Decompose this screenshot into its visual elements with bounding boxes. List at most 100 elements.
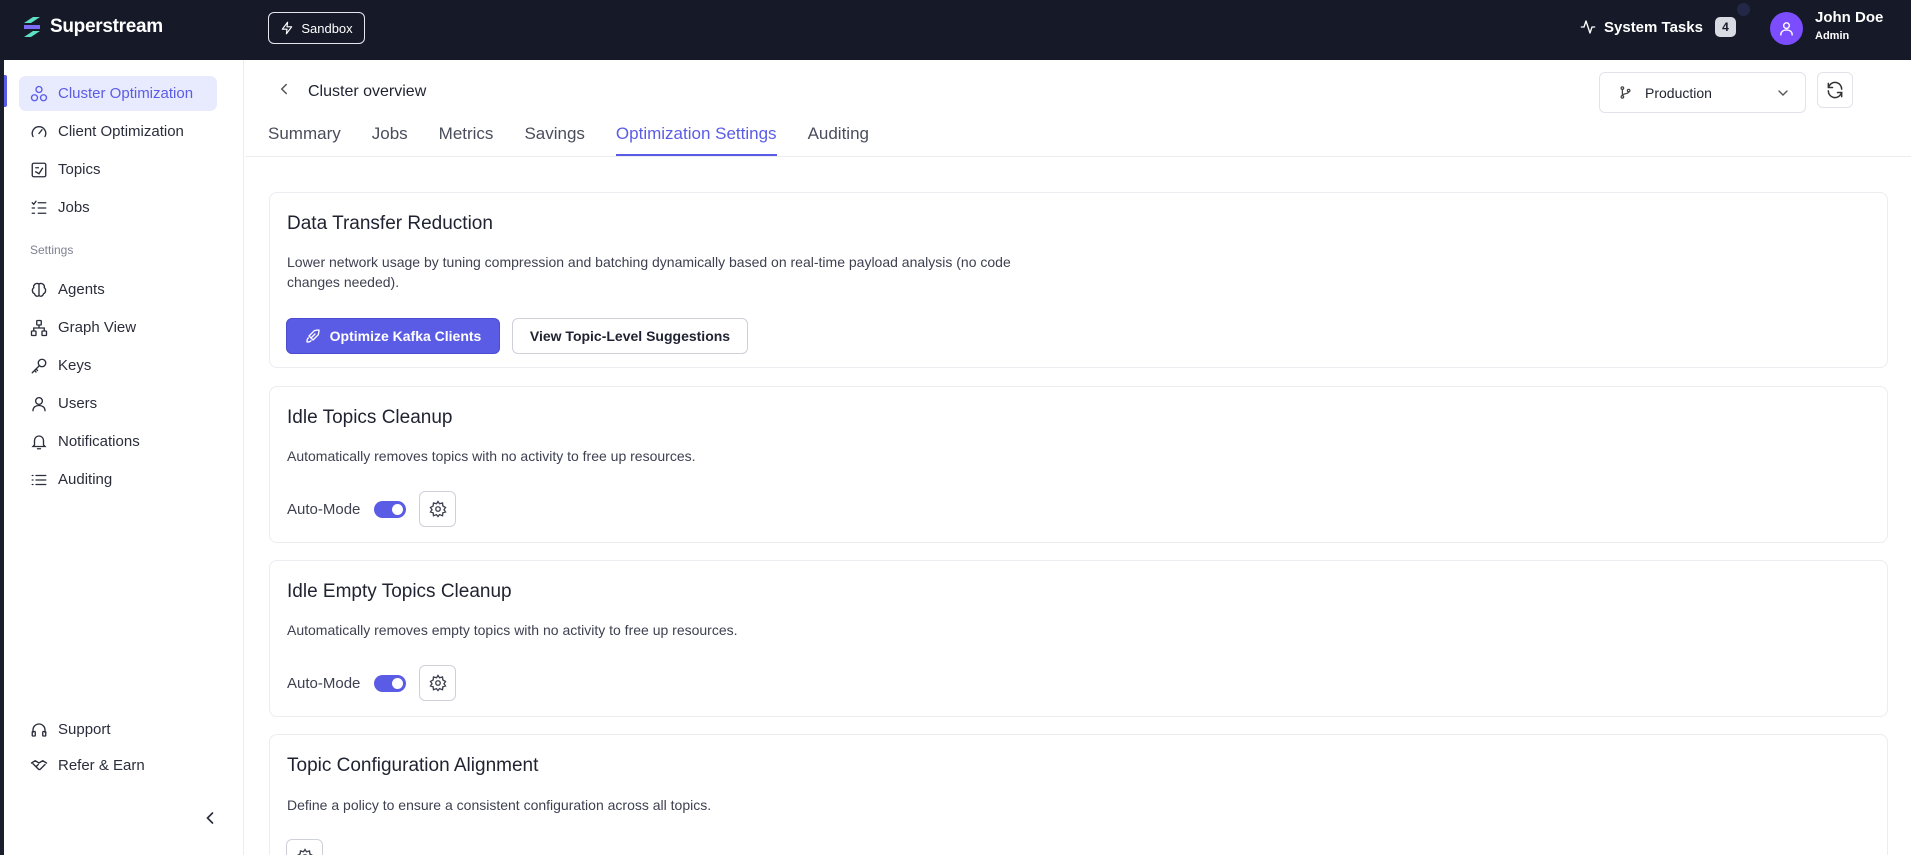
avatar[interactable] — [1770, 12, 1803, 45]
gear-icon — [429, 674, 447, 692]
tab-bar: Summary Jobs Metrics Savings Optimizatio… — [268, 122, 900, 156]
sandbox-label: Sandbox — [301, 20, 353, 36]
sidebar-item-label: Cluster Optimization — [58, 85, 194, 102]
system-tasks-count-badge: 4 — [1714, 17, 1736, 37]
sidebar-item-support[interactable]: Support — [19, 712, 217, 747]
user-menu[interactable]: John Doe Admin — [1815, 9, 1883, 42]
environment-select[interactable]: Production — [1599, 72, 1806, 113]
card-title: Topic Configuration Alignment — [287, 755, 539, 776]
system-tasks-label: System Tasks — [1604, 18, 1703, 36]
list-icon — [31, 474, 47, 485]
sidebar-item-label: Users — [58, 395, 98, 412]
sidebar-item-keys[interactable]: Keys — [19, 348, 217, 383]
rocket-icon — [305, 329, 320, 343]
sidebar: Cluster Optimization Client Optimization… — [4, 60, 244, 855]
tab-summary[interactable]: Summary — [268, 122, 341, 152]
sidebar-item-graph-view[interactable]: Graph View — [19, 310, 217, 345]
topic-configuration-alignment-card: Topic Configuration Alignment Define a p… — [269, 734, 1888, 855]
card-title: Data Transfer Reduction — [287, 213, 493, 234]
sidebar-item-agents[interactable]: Agents — [19, 272, 217, 307]
sidebar-item-topics[interactable]: Topics — [19, 152, 217, 187]
tab-jobs[interactable]: Jobs — [372, 122, 408, 152]
content-area: Cluster overview Production Summary Jobs… — [245, 60, 1911, 855]
tab-savings[interactable]: Savings — [524, 122, 584, 152]
sandbox-button[interactable]: Sandbox — [268, 12, 365, 44]
card-title: Idle Topics Cleanup — [287, 407, 453, 428]
card-title: Idle Empty Topics Cleanup — [287, 581, 512, 602]
tab-auditing[interactable]: Auditing — [808, 122, 869, 152]
tabs-divider — [245, 156, 1911, 157]
sidebar-item-label: Topics — [58, 161, 101, 178]
sidebar-item-auditing[interactable]: Auditing — [19, 462, 217, 497]
sidebar-active-indicator — [4, 75, 7, 107]
optimize-kafka-clients-button[interactable]: Optimize Kafka Clients — [286, 318, 500, 354]
sidebar-item-label: Agents — [58, 281, 105, 298]
refresh-button[interactable] — [1817, 72, 1853, 108]
card-description: Define a policy to ensure a consistent c… — [287, 797, 712, 813]
sidebar-item-client-optimization[interactable]: Client Optimization — [19, 114, 217, 149]
lightning-icon — [282, 21, 293, 35]
environment-selected-value: Production — [1645, 84, 1712, 101]
sidebar-item-label: Refer & Earn — [58, 757, 145, 774]
superstream-logo-icon — [24, 17, 40, 37]
activity-icon — [1580, 20, 1596, 34]
sidebar-item-label: Support — [58, 721, 111, 738]
auto-mode-toggle[interactable] — [374, 500, 407, 518]
settings-button[interactable] — [419, 491, 457, 527]
sidebar-item-notifications[interactable]: Notifications — [19, 424, 217, 459]
bell-icon — [31, 434, 47, 449]
refresh-icon — [1827, 81, 1843, 99]
brand-name: Superstream — [50, 16, 163, 37]
status-dot — [1737, 3, 1750, 16]
data-transfer-reduction-card: Data Transfer Reduction Lower network us… — [269, 192, 1888, 368]
idle-topics-cleanup-card: Idle Topics Cleanup Automatically remove… — [269, 386, 1888, 543]
cluster-icon — [30, 85, 48, 101]
sidebar-item-label: Notifications — [58, 433, 140, 450]
card-description-line: changes needed). — [287, 274, 400, 290]
settings-button[interactable] — [286, 839, 323, 855]
user-role: Admin — [1815, 30, 1850, 42]
key-icon — [31, 358, 47, 373]
gear-icon — [296, 848, 313, 855]
sidebar-item-label: Graph View — [58, 319, 137, 336]
sidebar-item-cluster-optimization[interactable]: Cluster Optimization — [19, 76, 217, 111]
auto-mode-row: Auto-Mode — [287, 665, 457, 701]
brand-logo[interactable]: Superstream — [20, 15, 163, 39]
settings-heading: Settings — [30, 243, 74, 257]
auto-mode-row: Auto-Mode — [287, 491, 457, 527]
idle-empty-topics-cleanup-card: Idle Empty Topics Cleanup Automatically … — [269, 560, 1888, 717]
chevron-down-icon — [1778, 90, 1788, 96]
topics-icon — [31, 162, 47, 177]
user-avatar-icon — [1780, 22, 1793, 36]
collapse-sidebar-icon[interactable] — [200, 808, 220, 828]
headset-icon — [31, 722, 47, 737]
handshake-icon — [30, 759, 48, 770]
card-description: Lower network usage by tuning compressio… — [287, 252, 1011, 292]
settings-button[interactable] — [419, 665, 457, 701]
top-bar: Superstream Sandbox System Tasks 4 John … — [0, 0, 1911, 60]
card-description: Automatically removes empty topics with … — [287, 622, 738, 638]
jobs-icon — [31, 200, 47, 214]
tab-metrics[interactable]: Metrics — [439, 122, 494, 152]
back-arrow-icon[interactable] — [275, 80, 293, 98]
gear-icon — [429, 500, 447, 518]
brain-icon — [31, 282, 47, 297]
tab-optimization-settings[interactable]: Optimization Settings — [615, 122, 777, 156]
button-label: Optimize Kafka Clients — [329, 328, 482, 344]
user-name: John Doe — [1815, 9, 1884, 26]
system-tasks-button[interactable]: System Tasks 4 — [1580, 17, 1736, 37]
sidebar-item-label: Keys — [58, 357, 92, 374]
sidebar-item-label: Auditing — [58, 471, 113, 488]
auto-mode-label: Auto-Mode — [287, 500, 361, 518]
sidebar-item-jobs[interactable]: Jobs — [19, 190, 217, 225]
sidebar-item-users[interactable]: Users — [19, 386, 217, 421]
graph-icon — [30, 319, 48, 336]
card-description-line: Lower network usage by tuning compressio… — [287, 254, 1011, 270]
view-topic-suggestions-button[interactable]: View Topic-Level Suggestions — [512, 318, 748, 354]
auto-mode-toggle[interactable] — [374, 674, 407, 692]
sidebar-item-label: Client Optimization — [58, 123, 184, 140]
git-branch-icon — [1620, 86, 1631, 99]
sidebar-item-refer-earn[interactable]: Refer & Earn — [19, 748, 217, 783]
main-frame: Cluster Optimization Client Optimization… — [4, 60, 1911, 855]
app-root: Superstream Sandbox System Tasks 4 John … — [0, 0, 1911, 855]
